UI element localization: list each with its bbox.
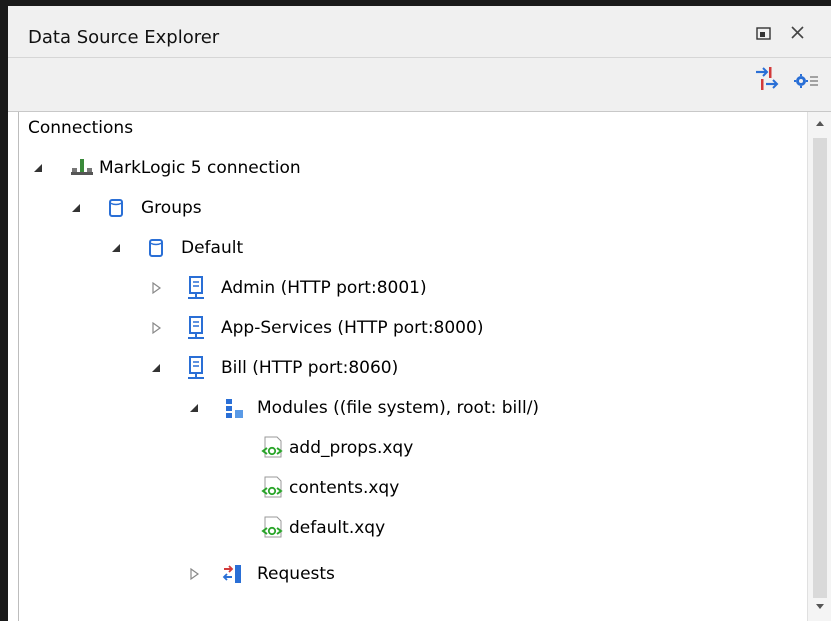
tree-root-label: Connections: [28, 118, 134, 138]
server-icon: [188, 356, 204, 379]
scroll-down-icon[interactable]: [808, 594, 831, 618]
connection-icon: [71, 159, 93, 175]
panel-toolbar: [8, 58, 831, 112]
database-icon: [109, 199, 123, 217]
expanded-arrow-icon[interactable]: [149, 361, 163, 375]
xquery-file-icon: [261, 436, 283, 458]
default-label: Default: [181, 238, 244, 258]
groups-label: Groups: [141, 198, 202, 218]
scroll-up-icon[interactable]: [808, 112, 831, 136]
expanded-arrow-icon[interactable]: [187, 401, 201, 415]
requests-icon: [222, 565, 241, 583]
link-with-editor-icon[interactable]: [752, 64, 782, 94]
tree-item-groups[interactable]: Groups: [67, 192, 367, 224]
collapsed-arrow-icon[interactable]: [187, 567, 201, 581]
panel-title: Data Source Explorer: [28, 27, 220, 48]
server-label: App-Services (HTTP port:8000): [221, 318, 484, 338]
server-label: Admin (HTTP port:8001): [221, 278, 427, 298]
modules-icon: [226, 399, 243, 418]
connection-label: MarkLogic 5 connection: [99, 158, 301, 178]
expanded-arrow-icon[interactable]: [69, 201, 83, 215]
requests-label: Requests: [257, 564, 335, 584]
tree-item-connection[interactable]: MarkLogic 5 connection: [29, 152, 449, 184]
window-border-left: [0, 0, 8, 621]
xquery-file-icon: [261, 476, 283, 498]
modules-label: Modules ((file system), root: bill/): [257, 398, 540, 418]
settings-icon[interactable]: [792, 64, 822, 94]
expanded-arrow-icon[interactable]: [109, 241, 123, 255]
connections-tree[interactable]: Connections MarkLogic 5 connection Group…: [18, 112, 807, 621]
tree-item-file[interactable]: default.xqy: [259, 512, 519, 544]
tree-item-default[interactable]: Default: [107, 232, 407, 264]
tree-item-file[interactable]: add_props.xqy: [259, 432, 519, 464]
vertical-scrollbar[interactable]: [807, 112, 831, 621]
file-label: contents.xqy: [289, 478, 400, 498]
tree-item-modules[interactable]: Modules ((file system), root: bill/): [185, 392, 685, 424]
tree-root-connections[interactable]: Connections: [28, 112, 133, 144]
file-label: default.xqy: [289, 518, 386, 538]
tree-item-server-app-services[interactable]: App-Services (HTTP port:8000): [147, 312, 607, 344]
close-icon[interactable]: [788, 23, 808, 43]
tree-item-server-bill[interactable]: Bill (HTTP port:8060): [147, 352, 567, 384]
panel-titlebar: Data Source Explorer: [8, 6, 831, 58]
tree-item-file[interactable]: contents.xqy: [259, 472, 519, 504]
xquery-file-icon: [261, 516, 283, 538]
file-label: add_props.xqy: [289, 438, 414, 458]
collapsed-arrow-icon[interactable]: [149, 281, 163, 295]
server-icon: [188, 316, 204, 339]
restore-icon[interactable]: [754, 23, 774, 43]
server-icon: [188, 276, 204, 299]
server-label: Bill (HTTP port:8060): [221, 358, 399, 378]
expanded-arrow-icon[interactable]: [31, 161, 45, 175]
scrollbar-thumb[interactable]: [813, 138, 827, 598]
tree-item-server-admin[interactable]: Admin (HTTP port:8001): [147, 272, 567, 304]
collapsed-arrow-icon[interactable]: [149, 321, 163, 335]
tree-item-requests[interactable]: Requests: [185, 558, 485, 590]
database-icon: [149, 239, 163, 257]
data-source-explorer-panel: Data Source Explorer Connections MarkLog…: [0, 0, 831, 621]
